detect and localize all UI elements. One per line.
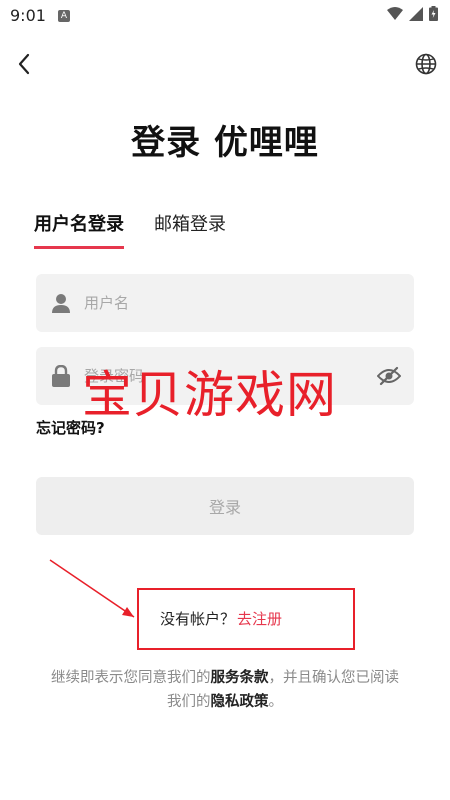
lock-icon (50, 365, 72, 387)
terms-of-service-link[interactable]: 服务条款 (211, 670, 269, 686)
globe-icon (414, 52, 438, 80)
privacy-prefix: 我们的 (167, 694, 211, 710)
forgot-password-link[interactable]: 忘记密码? (36, 417, 105, 438)
back-button[interactable] (10, 52, 38, 80)
tab-username-login[interactable]: 用户名登录 (34, 210, 124, 249)
page-title: 登录 优哩哩 (131, 123, 319, 163)
tab-email-login[interactable]: 邮箱登录 (154, 210, 226, 249)
register-prompt: 没有帐户？ (160, 610, 236, 628)
register-link[interactable]: 去注册 (237, 608, 282, 629)
user-icon (50, 292, 72, 314)
status-bar: 9:01 A (0, 0, 450, 34)
password-input[interactable] (82, 366, 376, 386)
status-time: 9:01 (10, 6, 46, 25)
wifi-icon (387, 6, 403, 25)
terms-line-1: 继续即表示您同意我们的服务条款，并且确认您已阅读 (0, 666, 450, 690)
login-tabs: 用户名登录 邮箱登录 (34, 210, 226, 249)
chevron-left-icon (16, 52, 32, 80)
privacy-policy-link[interactable]: 隐私政策 (211, 694, 269, 710)
register-row: 没有帐户？ 去注册 (160, 608, 282, 629)
terms-notice: 继续即表示您同意我们的服务条款，并且确认您已阅读 我们的隐私政策。 (0, 666, 450, 714)
eye-off-icon[interactable] (376, 363, 402, 389)
signal-icon (409, 6, 423, 25)
password-field (36, 347, 414, 405)
terms-prefix: 继续即表示您同意我们的 (51, 670, 211, 686)
status-a-badge: A (58, 10, 70, 22)
username-field (36, 274, 414, 332)
terms-line-2: 我们的隐私政策。 (0, 690, 450, 714)
login-button[interactable]: 登录 (36, 477, 414, 535)
status-icons (387, 6, 438, 25)
battery-icon (429, 6, 438, 25)
language-button[interactable] (412, 52, 440, 80)
terms-suffix: ，并且确认您已阅读 (268, 670, 400, 686)
privacy-suffix: 。 (268, 694, 284, 710)
username-input[interactable] (82, 293, 414, 313)
